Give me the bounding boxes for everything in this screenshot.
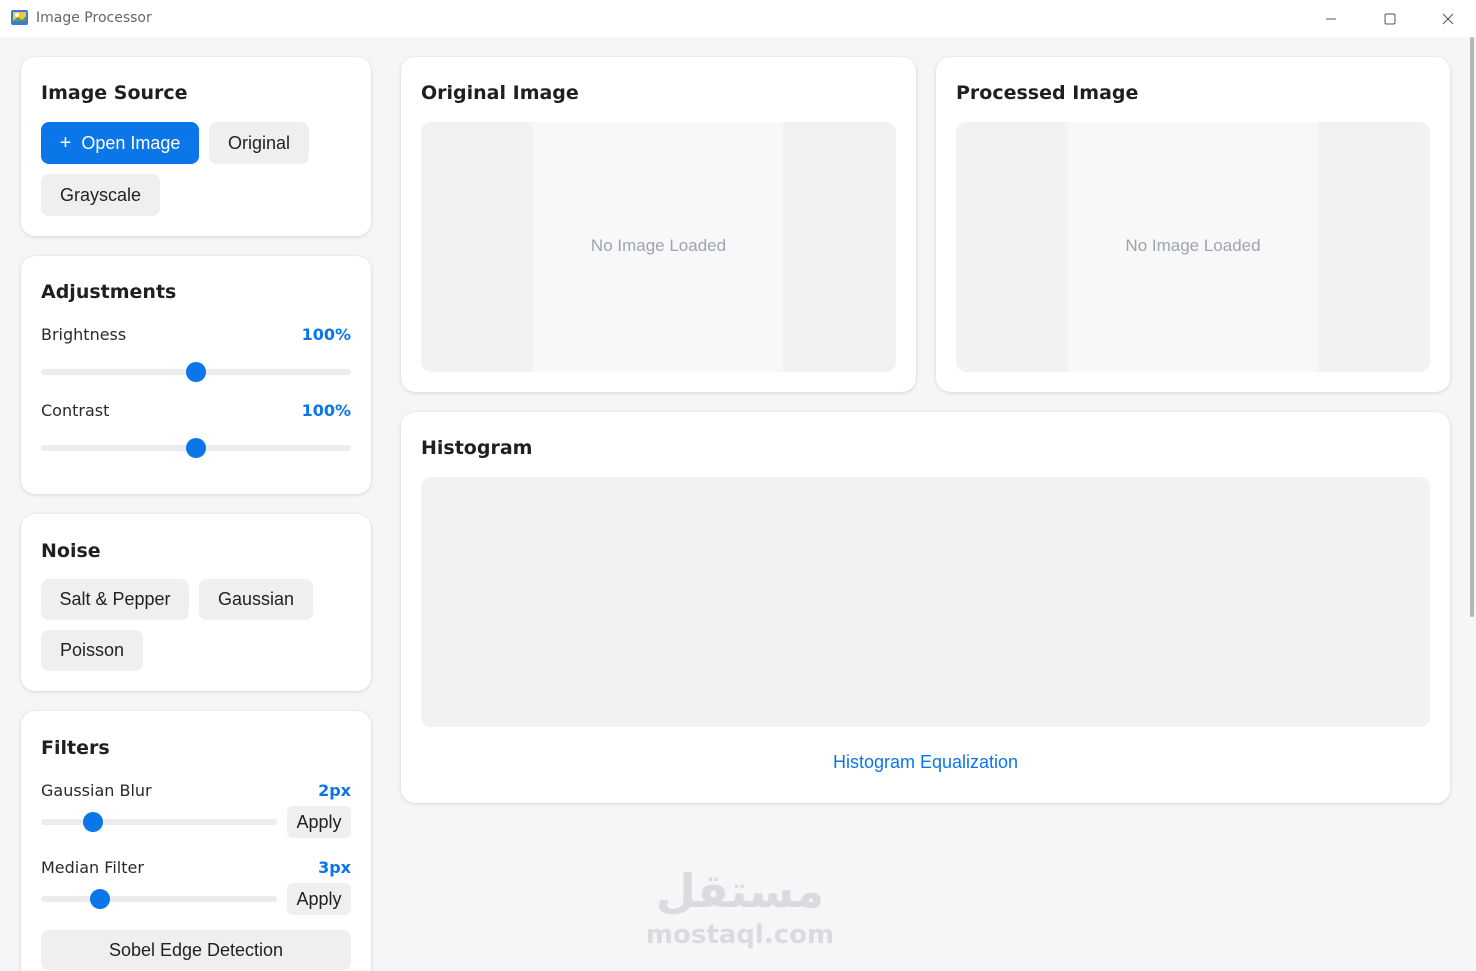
contrast-slider-thumb[interactable] xyxy=(186,438,206,458)
close-button[interactable] xyxy=(1419,0,1476,37)
plus-icon: + xyxy=(59,131,72,154)
median-filter-apply-button[interactable]: Apply xyxy=(287,883,351,915)
contrast-label: Contrast xyxy=(41,401,110,420)
title-bar: Image Processor xyxy=(0,0,1476,37)
median-filter-label: Median Filter xyxy=(41,858,144,877)
minimize-icon xyxy=(1326,18,1336,19)
minimize-button[interactable] xyxy=(1302,0,1360,37)
poisson-button[interactable]: Poisson xyxy=(41,630,143,671)
filters-title: Filters xyxy=(41,737,110,759)
median-filter-slider[interactable] xyxy=(41,889,277,909)
median-filter-slider-thumb[interactable] xyxy=(90,889,110,909)
gaussian-noise-button[interactable]: Gaussian xyxy=(199,579,313,620)
original-image-title: Original Image xyxy=(421,82,579,104)
open-image-label: Open Image xyxy=(81,132,181,153)
window-title: Image Processor xyxy=(36,10,152,26)
brightness-value: 100% xyxy=(301,325,351,344)
grayscale-button[interactable]: Grayscale xyxy=(41,174,160,216)
processed-image-view: No Image Loaded xyxy=(956,122,1430,372)
gaussian-blur-value: 2px xyxy=(318,781,351,800)
app-logo-icon xyxy=(10,8,30,26)
watermark-arabic-logo: مستقل xyxy=(655,864,825,918)
gaussian-blur-apply-button[interactable]: Apply xyxy=(287,806,351,838)
noise-card: Noise Salt & Pepper Gaussian Poisson xyxy=(21,514,371,691)
original-button[interactable]: Original xyxy=(209,122,309,164)
gaussian-blur-label: Gaussian Blur xyxy=(41,781,152,800)
maximize-button[interactable] xyxy=(1361,0,1419,37)
contrast-value: 100% xyxy=(301,401,351,420)
open-image-button[interactable]: + Open Image xyxy=(41,122,199,164)
image-source-card: Image Source + Open Image Original Grays… xyxy=(21,57,371,236)
histogram-equalization-link[interactable]: Histogram Equalization xyxy=(401,752,1450,773)
adjustments-card: Adjustments Brightness 100% Contrast 100… xyxy=(21,256,371,494)
watermark-domain: mostaql.com xyxy=(645,920,835,950)
maximize-icon xyxy=(1384,13,1396,24)
image-source-title: Image Source xyxy=(41,82,188,104)
brightness-slider[interactable] xyxy=(41,362,351,382)
median-filter-value: 3px xyxy=(318,858,351,877)
processed-image-card: Processed Image No Image Loaded xyxy=(936,57,1450,392)
original-image-view: No Image Loaded xyxy=(421,122,896,372)
processed-image-title: Processed Image xyxy=(956,82,1139,104)
brightness-label: Brightness xyxy=(41,325,127,344)
close-icon xyxy=(1442,13,1454,24)
histogram-plot xyxy=(421,477,1430,727)
original-image-card: Original Image No Image Loaded xyxy=(401,57,916,392)
processed-image-placeholder: No Image Loaded xyxy=(1125,236,1261,255)
noise-title: Noise xyxy=(41,540,101,562)
sobel-edge-button[interactable]: Sobel Edge Detection xyxy=(41,930,351,970)
filters-card: Filters Gaussian Blur 2px Apply Median F… xyxy=(21,711,371,971)
histogram-card: Histogram Histogram Equalization xyxy=(401,412,1450,803)
histogram-title: Histogram xyxy=(421,437,533,459)
gaussian-blur-slider-thumb[interactable] xyxy=(82,812,103,832)
scrollbar-thumb[interactable] xyxy=(1470,37,1474,617)
original-image-placeholder: No Image Loaded xyxy=(590,236,727,255)
brightness-slider-thumb[interactable] xyxy=(186,362,206,382)
contrast-slider[interactable] xyxy=(41,438,351,458)
adjustments-title: Adjustments xyxy=(41,281,177,303)
salt-pepper-button[interactable]: Salt & Pepper xyxy=(41,579,189,620)
vertical-scrollbar[interactable] xyxy=(1468,37,1476,971)
watermark: مستقل mostaql.com xyxy=(640,862,840,950)
gaussian-blur-slider[interactable] xyxy=(41,812,277,832)
